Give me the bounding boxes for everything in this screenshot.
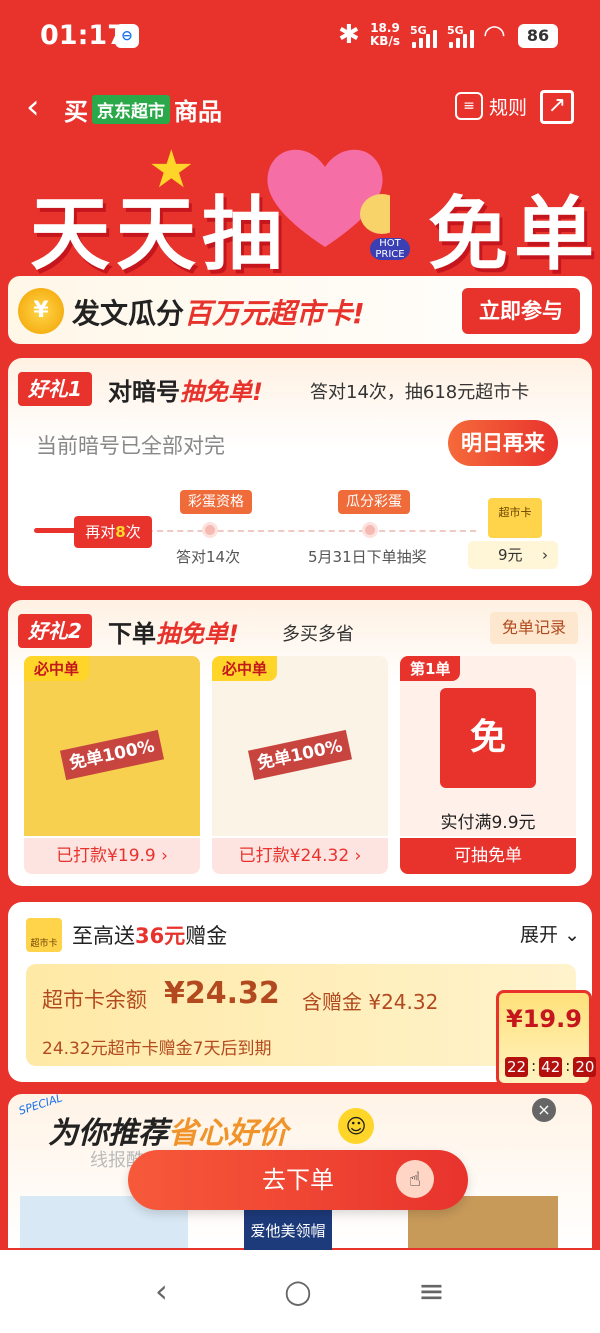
product-card[interactable]: 必中单 免单100% 已打款¥24.32 › <box>212 656 388 874</box>
countdown: 22:42:20 <box>505 1057 597 1077</box>
countdown-minutes: 42 <box>539 1057 563 1077</box>
hot-price-badge: HOT PRICE <box>370 238 410 260</box>
float-price: ¥19.9 <box>506 1005 582 1033</box>
balance-value: ¥24.32 <box>164 976 280 1011</box>
wifi-icon: ◠ <box>483 20 506 50</box>
jd-supermarket-tag: 京东超市 <box>92 95 170 124</box>
card-value-link[interactable]: 9元 › <box>468 541 558 569</box>
expand-button[interactable]: 展开 ⌄ <box>520 920 580 947</box>
countdown-hours: 22 <box>505 1057 529 1077</box>
title-prefix: 买 <box>64 98 88 126</box>
remaining-count: 再对8次 <box>74 516 152 548</box>
system-nav-bar: ‹ ○ ≡ <box>0 1250 600 1333</box>
gift2-tag: 好礼2 <box>18 614 92 648</box>
rules-label: 规则 <box>489 96 528 119</box>
expiry-note: 24.32元超市卡赠金7天后到期 <box>42 1039 272 1059</box>
supermarket-card-icon: 超市卡 <box>26 918 62 952</box>
banner-title: 天天抽 免单 <box>30 170 600 286</box>
gift2-card: 好礼2 下单抽免单! 多买多省 免单记录 必中单 免单100% 已打款¥19.9… <box>8 600 592 886</box>
balance-panel: 超市卡余额 ¥24.32 含赠金 ¥24.32 24.32元超市卡赠金7天后到期 <box>26 964 576 1066</box>
draw-free-button[interactable]: 可抽免单 <box>400 838 576 874</box>
clock: 01:17 <box>40 20 126 51</box>
milestone-dot <box>362 522 378 538</box>
shopping-bag-icon: 免 <box>440 688 536 788</box>
product-card[interactable]: 第1单 免 实付满9.9元 可抽免单 <box>400 656 576 874</box>
hero-banner: ★ 天天抽 免单 <box>0 130 600 281</box>
network-speed: 18.9 KB/s <box>370 21 400 48</box>
menu-icon[interactable]: ≡ <box>418 1272 445 1310</box>
milestone-pill: 彩蛋资格 <box>180 490 252 514</box>
banner-title-left: 天天抽 <box>30 188 288 281</box>
first-order-badge: 第1单 <box>400 656 461 681</box>
gift2-title: 下单抽免单! <box>108 620 239 648</box>
home-icon[interactable]: ○ <box>284 1272 312 1310</box>
gift2-subtitle: 多买多省 <box>282 624 354 645</box>
bluetooth-icon: ✱ <box>338 20 360 50</box>
back-icon[interactable]: ‹ <box>26 90 40 124</box>
min-spend-note: 实付满9.9元 <box>440 813 536 833</box>
supermarket-card-icon: 超市卡 <box>488 498 542 538</box>
title-suffix: 商品 <box>174 98 222 126</box>
gift-amount: 含赠金 ¥24.32 <box>302 990 439 1014</box>
gift1-card: 好礼1 对暗号抽免单! 答对14次，抽618元超市卡 当前暗号已全部对完 明日再… <box>8 358 592 586</box>
gift1-title: 对暗号抽免单! <box>108 378 263 406</box>
status-bar: 01:17 ⊖ ✱ 18.9 KB/s 5G 5G ◠ 86 <box>0 0 600 72</box>
join-now-button[interactable]: 立即参与 <box>462 288 580 334</box>
signal-icon <box>449 28 475 48</box>
must-win-badge: 必中单 <box>24 656 90 681</box>
milestone-label: 5月31日下单抽奖 <box>308 548 427 566</box>
milestone-dot <box>202 522 218 538</box>
must-win-badge: 必中单 <box>212 656 278 681</box>
floating-price-widget[interactable]: ¥19.9 22:42:20 <box>496 990 597 1086</box>
close-icon[interactable]: × <box>532 1098 556 1122</box>
come-back-tomorrow-button[interactable]: 明日再来 <box>448 420 558 466</box>
post-share-promo: ¥ 发文瓜分百万元超市卡! 立即参与 <box>8 276 592 344</box>
banner-title-right: 免单 <box>428 188 600 281</box>
system-back-icon[interactable]: ‹ <box>155 1272 168 1310</box>
coin-icon: ¥ <box>18 288 64 334</box>
battery-icon: 86 <box>518 24 558 48</box>
countdown-seconds: 20 <box>573 1057 597 1077</box>
page-title: 买 京东超市 商品 <box>64 92 222 127</box>
paid-button[interactable]: 已打款¥24.32 › <box>212 838 388 874</box>
milestone-pill: 瓜分彩蛋 <box>338 490 410 514</box>
share-icon[interactable]: ↗ <box>540 90 574 124</box>
free-record-button[interactable]: 免单记录 <box>490 612 579 644</box>
product-card[interactable]: 必中单 免单100% 已打款¥19.9 › <box>24 656 200 874</box>
app-indicator-icon: ⊖ <box>115 24 139 48</box>
promo-text: 发文瓜分百万元超市卡! <box>72 297 365 330</box>
balance-label: 超市卡余额 <box>42 988 147 1012</box>
chevron-down-icon: ⌄ <box>564 924 580 946</box>
paid-button[interactable]: 已打款¥19.9 › <box>24 838 200 874</box>
gift1-tag: 好礼1 <box>18 372 92 406</box>
rules-button[interactable]: ≡ 规则 <box>455 92 527 120</box>
smile-icon: ☺ <box>338 1108 374 1144</box>
gift1-subtitle: 答对14次，抽618元超市卡 <box>310 382 530 403</box>
milestone-label: 答对14次 <box>176 548 241 566</box>
signal-icon <box>412 28 438 48</box>
rules-icon: ≡ <box>455 92 483 120</box>
product-thumbnail-label: 爱他美领帽 <box>250 1222 326 1240</box>
pointing-hand-icon: ☝ <box>396 1160 434 1198</box>
chevron-right-icon: › <box>542 546 548 564</box>
bonus-title: 至高送36元赠金 <box>72 924 228 948</box>
password-status: 当前暗号已全部对完 <box>36 434 225 458</box>
